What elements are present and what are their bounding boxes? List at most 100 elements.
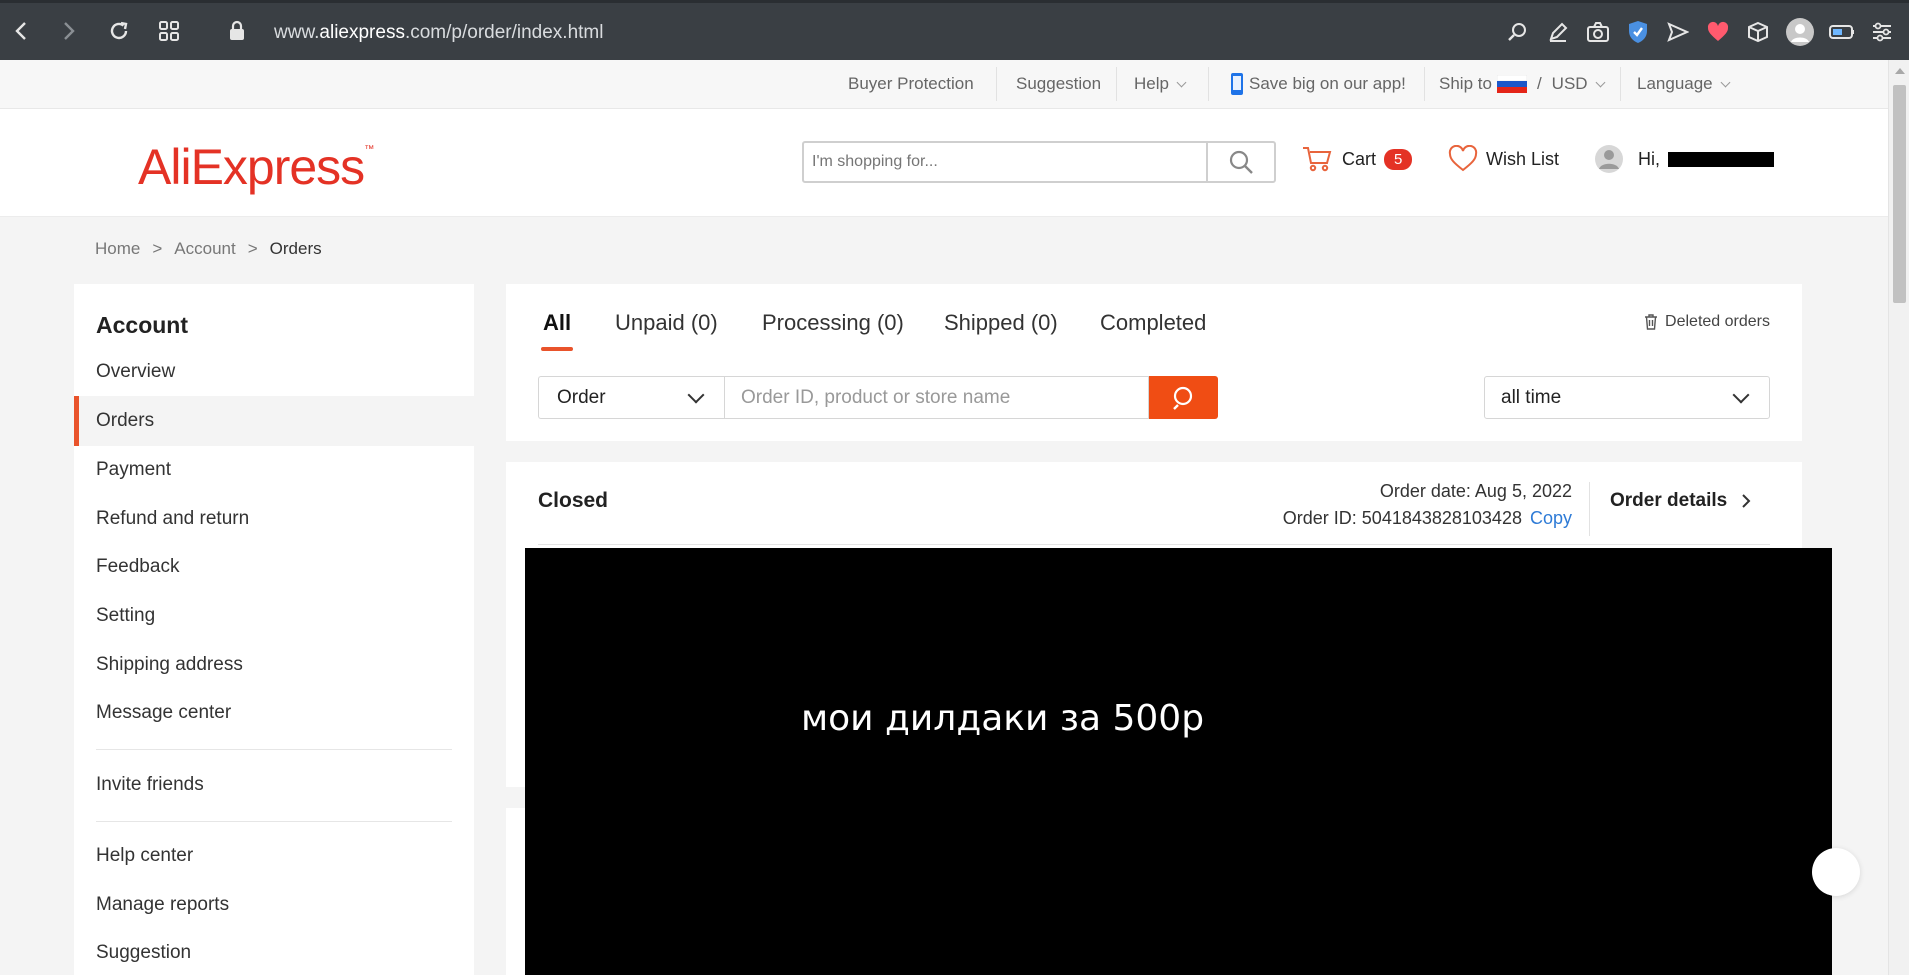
profile-icon[interactable]: [1785, 17, 1815, 47]
buyer-protection-link[interactable]: Buyer Protection: [848, 60, 974, 108]
account-menu[interactable]: Hi,: [1594, 143, 1774, 175]
apps-button[interactable]: [151, 13, 187, 49]
ship-to-selector[interactable]: Ship to / USD: [1439, 60, 1606, 108]
arrow-right-icon: [64, 22, 75, 40]
card-divider: [538, 544, 1770, 545]
url-suffix: .com/p/order/index.html: [404, 22, 604, 43]
language-label: Language: [1637, 74, 1713, 93]
shield-icon[interactable]: [1625, 19, 1651, 45]
greeting-text: Hi,: [1638, 148, 1660, 169]
menu-settings-icon[interactable]: [1869, 19, 1895, 45]
back-button[interactable]: [4, 13, 40, 49]
tab-completed[interactable]: Completed: [1100, 310, 1206, 336]
divider: [996, 67, 997, 101]
reload-button[interactable]: [101, 13, 137, 49]
site-header: AliExpress™ Cart 5 Wish List Hi,: [0, 109, 1888, 217]
sidebar-item-shipping-address[interactable]: Shipping address: [96, 654, 243, 676]
order-type-select[interactable]: Order: [538, 376, 724, 419]
scroll-up-arrow-icon[interactable]: [1895, 68, 1905, 74]
camera-icon[interactable]: [1585, 19, 1611, 45]
russia-flag-icon: [1496, 75, 1527, 93]
deleted-orders-label: Deleted orders: [1665, 313, 1770, 330]
wishlist-label: Wish List: [1486, 148, 1560, 169]
time-range-select[interactable]: all time: [1484, 376, 1770, 419]
order-status: Closed: [538, 489, 609, 512]
divider: [1116, 67, 1117, 101]
tab-unpaid[interactable]: Unpaid (0): [615, 310, 718, 336]
lock-icon: [230, 20, 244, 40]
grid-icon: [159, 21, 179, 41]
search-icon: [1172, 386, 1192, 410]
order-search-placeholder: Order ID, product or store name: [741, 386, 1011, 408]
help-menu[interactable]: Help: [1134, 60, 1187, 108]
order-search-input[interactable]: Order ID, product or store name: [724, 376, 1149, 419]
reload-icon: [110, 21, 128, 40]
order-id: Order ID: 5041843828103428: [1282, 508, 1522, 528]
wishlist-link[interactable]: Wish List: [1448, 145, 1559, 173]
address-bar[interactable]: www.aliexpress.com/p/order/index.html: [274, 22, 603, 44]
page-root: www.aliexpress.com/p/order/index.html Bu…: [0, 0, 1909, 975]
sidebar-item-feedback[interactable]: Feedback: [96, 556, 179, 578]
suggestion-link[interactable]: Suggestion: [1016, 60, 1101, 108]
scrollbar-thumb[interactable]: [1893, 85, 1906, 303]
currency-label: USD: [1551, 74, 1588, 93]
sidebar-item-setting[interactable]: Setting: [96, 605, 155, 627]
order-search-button[interactable]: [1149, 376, 1218, 419]
sidebar-item-message-center[interactable]: Message center: [96, 702, 231, 724]
divider: [1620, 67, 1621, 101]
order-date: Order date: Aug 5, 2022: [1379, 481, 1572, 501]
send-icon[interactable]: [1665, 19, 1691, 45]
sidebar-item-invite-friends[interactable]: Invite friends: [96, 774, 204, 796]
breadcrumb-separator: >: [247, 239, 258, 258]
logo-text: AliExpress: [138, 139, 365, 195]
page-scrollbar[interactable]: [1888, 60, 1909, 975]
sidebar-item-help-center[interactable]: Help center: [96, 845, 193, 867]
divider: [1589, 482, 1590, 536]
active-indicator: [74, 396, 79, 446]
chevron-down-icon: [1176, 77, 1187, 87]
help-label: Help: [1134, 74, 1169, 93]
floating-action-button[interactable]: [1812, 848, 1860, 896]
order-details-link[interactable]: Order details: [1610, 490, 1751, 512]
sidebar-divider: [96, 821, 452, 822]
top-utility-bar: Buyer Protection Suggestion Help Save bi…: [0, 60, 1888, 109]
divider: [1424, 67, 1425, 101]
sidebar-item-overview[interactable]: Overview: [96, 361, 175, 383]
cart-link[interactable]: Cart 5: [1302, 145, 1413, 173]
sidebar-item-orders[interactable]: Orders: [96, 410, 154, 432]
tab-processing[interactable]: Processing (0): [762, 310, 904, 336]
sidebar-item-manage-reports[interactable]: Manage reports: [96, 894, 229, 916]
ship-to-label: Ship to: [1439, 74, 1492, 93]
deleted-orders-link[interactable]: Deleted orders: [1644, 313, 1770, 331]
sidebar-item-refund-and-return[interactable]: Refund and return: [96, 508, 249, 530]
copy-order-id-button[interactable]: Copy: [1530, 508, 1572, 528]
app-promo-link[interactable]: Save big on our app!: [1230, 60, 1406, 108]
active-tab-underline: [541, 347, 573, 351]
language-menu[interactable]: Language: [1637, 60, 1731, 108]
tab-all[interactable]: All: [543, 310, 571, 336]
site-info-button[interactable]: [219, 13, 255, 49]
battery-icon[interactable]: [1829, 19, 1855, 45]
chevron-down-icon: [1720, 77, 1731, 87]
avatar: [1595, 145, 1623, 173]
search-button[interactable]: [1206, 143, 1274, 181]
breadcrumb-home[interactable]: Home: [95, 239, 140, 259]
breadcrumb-account[interactable]: Account: [174, 239, 235, 259]
account-sidebar: Account Overview Orders Payment Refund a…: [74, 284, 474, 975]
order-meta: Order date: Aug 5, 2022 Order ID: 504184…: [1283, 478, 1572, 532]
order-type-value: Order: [557, 386, 606, 408]
sidebar-item-suggestion[interactable]: Suggestion: [96, 942, 191, 964]
aliexpress-logo[interactable]: AliExpress™: [138, 138, 374, 196]
trash-icon: [1645, 314, 1658, 330]
heart-icon[interactable]: [1705, 19, 1731, 45]
edit-icon[interactable]: [1545, 19, 1571, 45]
zoom-search-icon[interactable]: [1505, 19, 1531, 45]
cart-count-badge: 5: [1384, 148, 1413, 170]
sidebar-item-payment[interactable]: Payment: [96, 459, 171, 481]
arrow-left-icon: [15, 22, 26, 40]
box-icon[interactable]: [1745, 19, 1771, 45]
tab-shipped[interactable]: Shipped (0): [944, 310, 1058, 336]
forward-button[interactable]: [50, 13, 86, 49]
search-input[interactable]: [804, 143, 1208, 181]
search-icon: [1229, 150, 1253, 174]
